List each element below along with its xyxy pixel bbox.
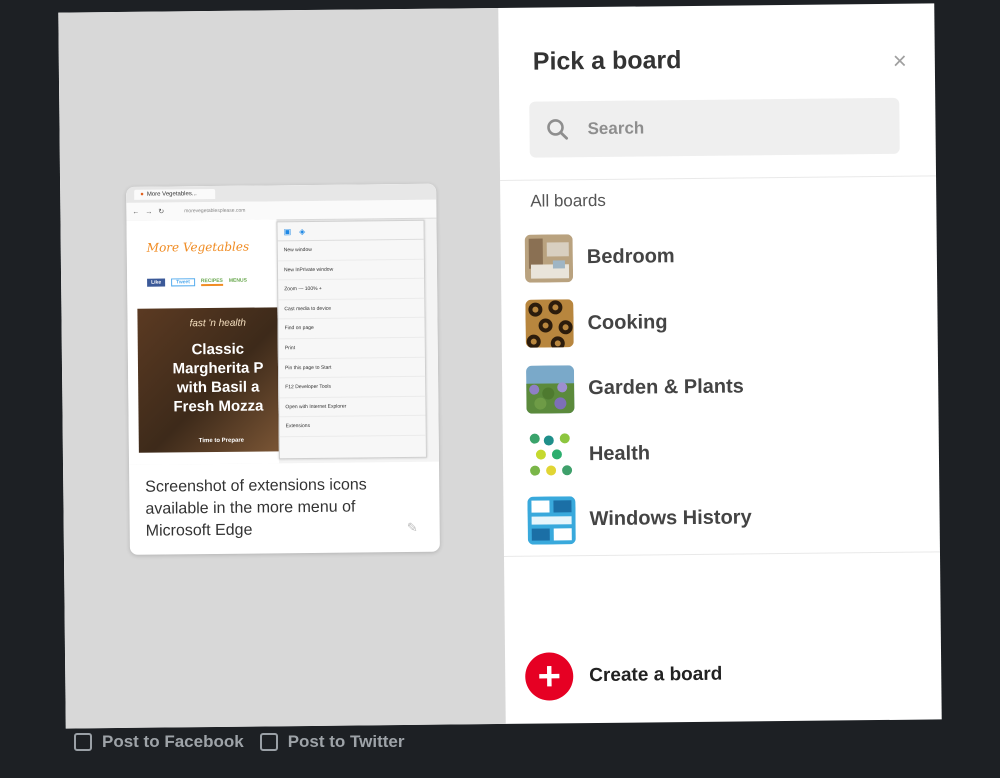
site-area: More Vegetables Like Tweet RECIPES MENUS… — [126, 219, 280, 465]
search-box[interactable] — [529, 97, 900, 158]
board-item-windows-history[interactable]: Windows History — [527, 484, 928, 554]
hero-footer: Time to Prepare — [198, 437, 245, 445]
site-nav-item: MENUS — [228, 277, 247, 284]
post-to-facebook-option[interactable]: Post to Facebook — [74, 732, 244, 752]
board-thumbnail — [524, 233, 574, 283]
create-board-button[interactable]: + Create a board — [525, 651, 723, 701]
search-icon — [547, 119, 569, 140]
edge-more-menu: ▣ ◈ New window New InPrivate window Zoom… — [276, 219, 427, 460]
hero-image: fast 'n health Classic Margherita P with… — [137, 307, 279, 453]
board-name: Cooking — [587, 310, 668, 334]
extension-icons-row: ▣ ◈ — [277, 220, 424, 242]
pin-description[interactable]: Screenshot of extensions icons available… — [145, 474, 406, 543]
menu-item: F12 Developer Tools — [279, 376, 426, 399]
board-thumbnail — [526, 430, 576, 479]
plus-icon: + — [525, 652, 574, 701]
pin-image: More Vegetables... ← → ↻ morevegetablesp… — [126, 183, 439, 465]
board-item-cooking[interactable]: Cooking — [525, 287, 926, 357]
menu-item: Open with Internet Explorer — [279, 396, 426, 418]
share-options: Post to Facebook Post to Twitter — [74, 732, 404, 752]
board-item-health[interactable]: Health — [526, 418, 928, 488]
facebook-checkbox[interactable] — [74, 733, 92, 751]
divider — [500, 175, 937, 181]
pin-preview-pane: More Vegetables... ← → ↻ morevegetablesp… — [58, 7, 506, 729]
board-picker: Pick a board × All boards Bedroom — [498, 3, 941, 724]
board-name: Windows History — [589, 506, 752, 531]
pin-modal: More Vegetables... ← → ↻ morevegetablesp… — [58, 3, 942, 729]
browser-tab: More Vegetables... — [134, 188, 215, 200]
extension-icon: ▣ — [283, 226, 292, 236]
board-name: Garden & Plants — [588, 375, 744, 400]
pin-card: More Vegetables... ← → ↻ morevegetablesp… — [126, 183, 440, 555]
twitter-label: Post to Twitter — [287, 732, 405, 751]
menu-item: Extensions — [279, 416, 426, 438]
board-thumbnail — [525, 364, 575, 414]
post-to-twitter-option[interactable]: Post to Twitter — [259, 732, 405, 752]
page-title: Pick a board — [532, 46, 682, 76]
site-nav-item: RECIPES — [200, 277, 223, 287]
create-board-label: Create a board — [589, 663, 723, 687]
back-icon: ← — [132, 208, 140, 216]
menu-item: New InPrivate window — [277, 259, 425, 281]
forward-icon: → — [145, 208, 153, 216]
refresh-icon: ↻ — [158, 208, 165, 216]
section-label: All boards — [530, 190, 606, 211]
board-name: Bedroom — [586, 245, 675, 269]
board-item-garden-plants[interactable]: Garden & Plants — [525, 353, 927, 423]
site-logo: More Vegetables — [146, 239, 250, 255]
search-input[interactable] — [585, 114, 890, 141]
menu-item: Zoom — 100% + — [278, 278, 425, 301]
pencil-icon[interactable]: ✎ — [407, 520, 418, 536]
extension-icon: ◈ — [299, 226, 306, 236]
close-icon[interactable]: × — [893, 48, 907, 75]
board-name: Health — [588, 442, 651, 465]
board-thumbnail — [527, 495, 576, 545]
browser-nav: ← → ↻ morevegetablesplease.com — [126, 199, 437, 222]
menu-item: Find on page — [278, 318, 425, 340]
menu-item: Print — [278, 337, 425, 359]
board-list: Bedroom Cooking Garden & Plants Health W… — [524, 222, 928, 554]
menu-item: Cast media to device — [278, 298, 425, 320]
facebook-label: Post to Facebook — [102, 732, 244, 751]
hero-script: fast 'n health — [189, 317, 247, 330]
site-nav-item: Like — [147, 278, 166, 287]
menu-item: Pin this page to Start — [278, 357, 426, 379]
board-thumbnail — [525, 299, 574, 348]
browser-url: morevegetablesplease.com — [184, 207, 246, 215]
menu-item: New window — [277, 239, 424, 261]
site-nav-item: Tweet — [171, 278, 195, 287]
twitter-checkbox[interactable] — [259, 733, 278, 751]
hero-title: Classic Margherita P with Basil a Fresh … — [172, 340, 264, 416]
site-nav: Like Tweet RECIPES MENUS — [147, 278, 247, 287]
board-item-bedroom[interactable]: Bedroom — [524, 222, 926, 292]
